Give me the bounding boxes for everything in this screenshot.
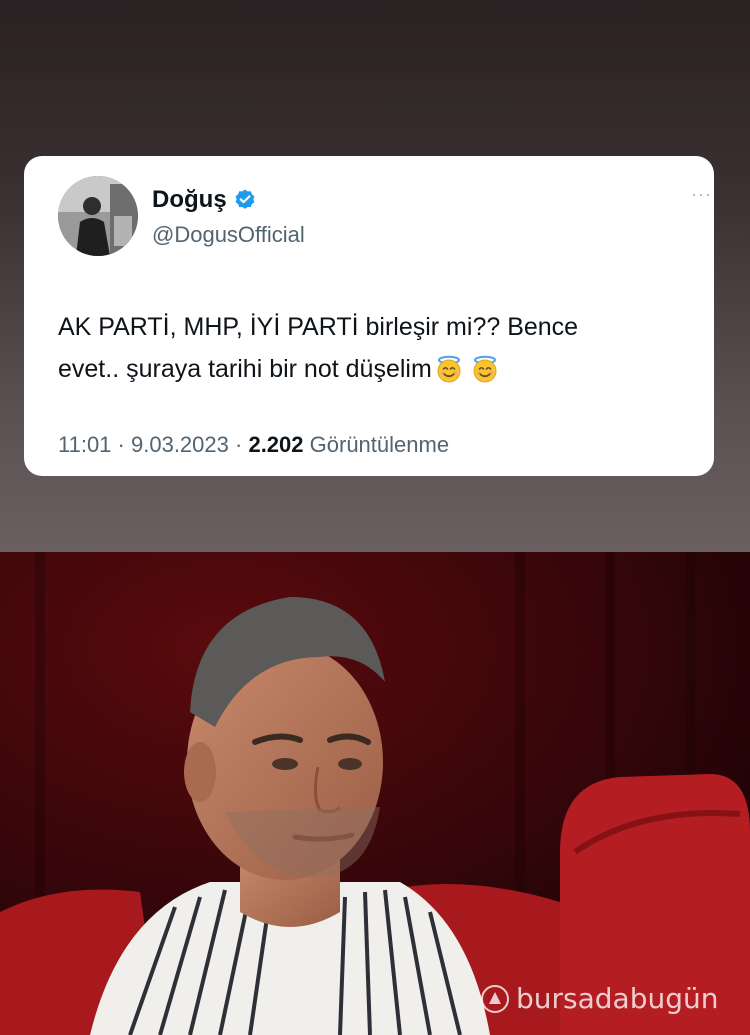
more-options-icon[interactable]: ··· (691, 184, 712, 205)
tweet-meta: 11:01 · 9.03.2023 · 2.202 Görüntülenme (58, 432, 449, 458)
meta-separator: · (235, 432, 243, 457)
tweet-card[interactable]: Doğuş @DogusOfficial ··· AK PARTİ, MHP, … (24, 156, 714, 476)
watermark-text: bursadabugün (516, 982, 719, 1015)
smiling-face-with-halo-icon (437, 355, 461, 383)
avatar-photo (58, 176, 138, 256)
watermark-logo-icon (481, 984, 509, 1013)
tweet-text-line-2: evet.. şuraya tarihi bir not düşelim (58, 348, 698, 390)
tweet-text-line-2-text: evet.. şuraya tarihi bir not düşelim (58, 355, 432, 383)
watermark: bursadabugün (480, 982, 719, 1015)
tweet-time[interactable]: 11:01 (58, 432, 111, 457)
author-handle[interactable]: @DogusOfficial (152, 222, 305, 248)
man-on-red-chair-illustration (0, 552, 750, 1035)
tweet-text-line-1: AK PARTİ, MHP, İYİ PARTİ birleşir mi?? B… (58, 313, 579, 341)
meta-separator: · (117, 432, 125, 457)
author-row: Doğuş (152, 186, 257, 214)
views-label: Görüntülenme (309, 432, 450, 457)
views-count: 2.202 (248, 432, 304, 457)
smiling-face-with-halo-icon (473, 355, 497, 383)
interview-photo (0, 552, 750, 1035)
verified-badge-icon (235, 189, 255, 209)
tweet-date[interactable]: 9.03.2023 (131, 432, 229, 457)
author-display-name[interactable]: Doğuş (152, 186, 227, 214)
avatar[interactable] (58, 176, 138, 256)
tweet-text: AK PARTİ, MHP, İYİ PARTİ birleşir mi?? B… (58, 306, 698, 390)
